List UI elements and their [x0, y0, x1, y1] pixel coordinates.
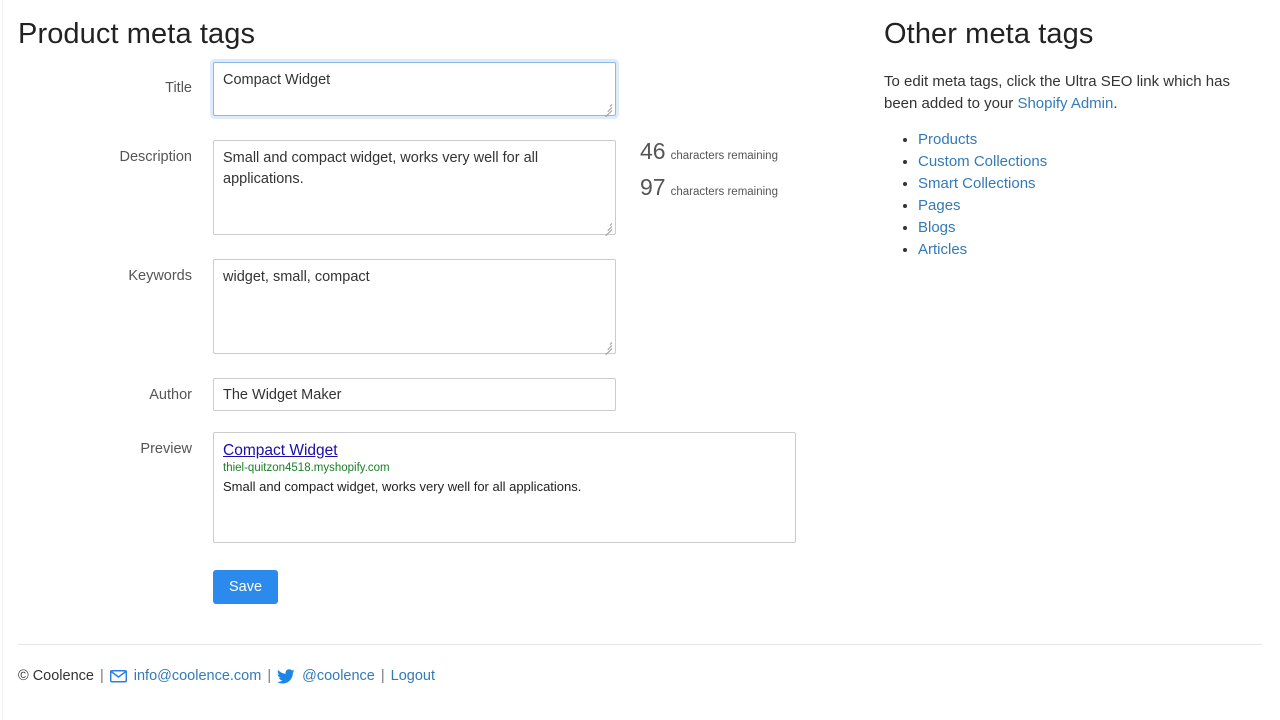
- other-meta-tags-note: To edit meta tags, click the Ultra SEO l…: [884, 71, 1252, 115]
- footer-separator-2: |: [267, 668, 272, 684]
- footer: © Coolence | info@coolence.com | @coolen…: [18, 666, 435, 686]
- description-character-counter: 97 characters remaining: [640, 174, 778, 201]
- page-left-edge-line: [2, 0, 3, 720]
- keywords-input[interactable]: [213, 259, 616, 354]
- meta-tag-sections-list: Products Custom Collections Smart Collec…: [884, 129, 1264, 261]
- description-counter-number: 97: [640, 174, 666, 200]
- preview-title-link[interactable]: Compact Widget: [223, 441, 338, 460]
- link-products[interactable]: Products: [918, 131, 977, 148]
- note-text-after: .: [1113, 95, 1118, 112]
- list-item: Custom Collections: [918, 151, 1264, 173]
- footer-divider: [18, 644, 1262, 645]
- list-item: Products: [918, 129, 1264, 151]
- link-articles[interactable]: Articles: [918, 241, 967, 258]
- logout-link[interactable]: Logout: [391, 666, 435, 686]
- page-title: Product meta tags: [18, 18, 256, 50]
- save-button[interactable]: Save: [213, 570, 279, 604]
- list-item: Blogs: [918, 217, 1264, 239]
- app-page: Product meta tags Title 46 characters rem…: [0, 0, 1280, 720]
- other-meta-tags-panel: Other meta tags To edit meta tags, click…: [884, 0, 1264, 261]
- list-item: Smart Collections: [918, 173, 1264, 195]
- other-meta-tags-title: Other meta tags: [884, 18, 1094, 50]
- twitter-icon: [277, 668, 295, 684]
- footer-separator-1: |: [99, 668, 104, 684]
- title-counter-label: characters remaining: [670, 150, 778, 162]
- author-input[interactable]: [213, 378, 616, 411]
- footer-separator-3: |: [380, 668, 385, 684]
- description-input[interactable]: [213, 140, 616, 235]
- title-label: Title: [165, 80, 192, 96]
- search-result-preview: Compact Widget thiel-quitzon4518.myshopi…: [213, 432, 796, 543]
- list-item: Pages: [918, 195, 1264, 217]
- email-link[interactable]: info@coolence.com: [134, 666, 262, 686]
- shopify-admin-link[interactable]: Shopify Admin: [1017, 95, 1113, 112]
- link-custom-collections[interactable]: Custom Collections: [918, 153, 1047, 170]
- preview-snippet: Small and compact widget, works very wel…: [223, 479, 582, 494]
- list-item: Articles: [918, 239, 1264, 261]
- title-character-counter: 46 characters remaining: [640, 138, 778, 165]
- description-label: Description: [119, 149, 192, 165]
- preview-url: thiel-quitzon4518.myshopify.com: [223, 462, 390, 474]
- product-meta-tags-panel: Product meta tags Title 46 characters rem…: [18, 0, 863, 604]
- link-blogs[interactable]: Blogs: [918, 219, 956, 236]
- author-label: Author: [149, 387, 192, 403]
- envelope-icon: [109, 669, 127, 683]
- title-input[interactable]: [213, 62, 616, 116]
- copyright-text: © Coolence: [18, 668, 94, 684]
- keywords-label: Keywords: [128, 268, 192, 284]
- link-smart-collections[interactable]: Smart Collections: [918, 175, 1036, 192]
- description-counter-label: characters remaining: [670, 186, 778, 198]
- twitter-handle-link[interactable]: @coolence: [302, 666, 375, 686]
- link-pages[interactable]: Pages: [918, 197, 961, 214]
- preview-label: Preview: [140, 441, 192, 457]
- title-counter-number: 46: [640, 138, 666, 164]
